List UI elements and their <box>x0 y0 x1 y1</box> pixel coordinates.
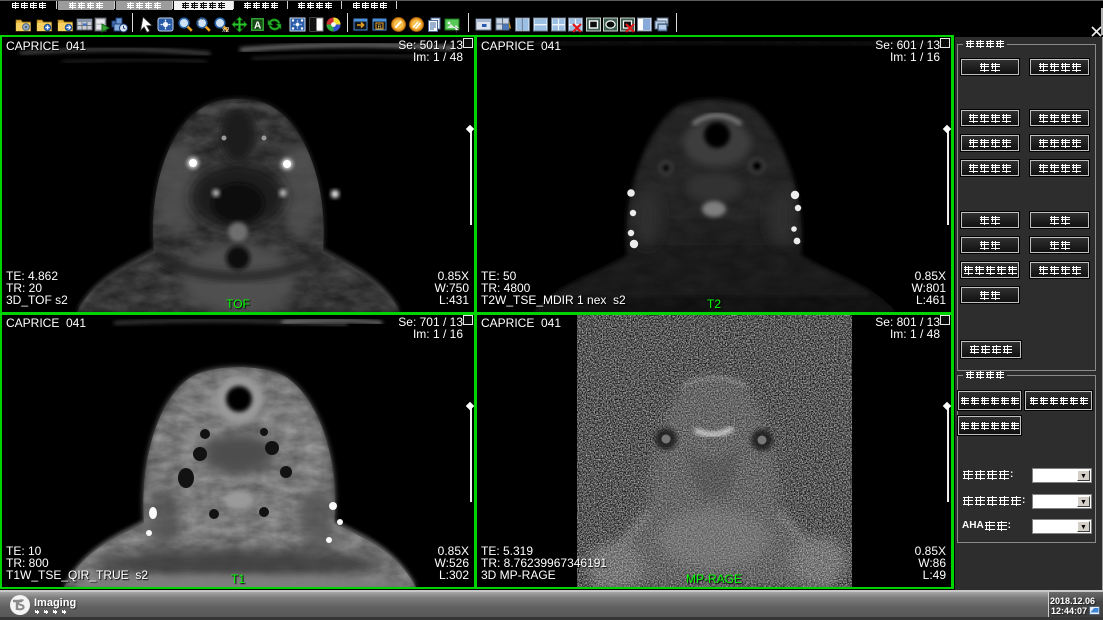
svg-text:B: B <box>378 24 382 31</box>
svg-text:x2: x2 <box>222 27 230 33</box>
svg-text:A: A <box>254 21 261 32</box>
